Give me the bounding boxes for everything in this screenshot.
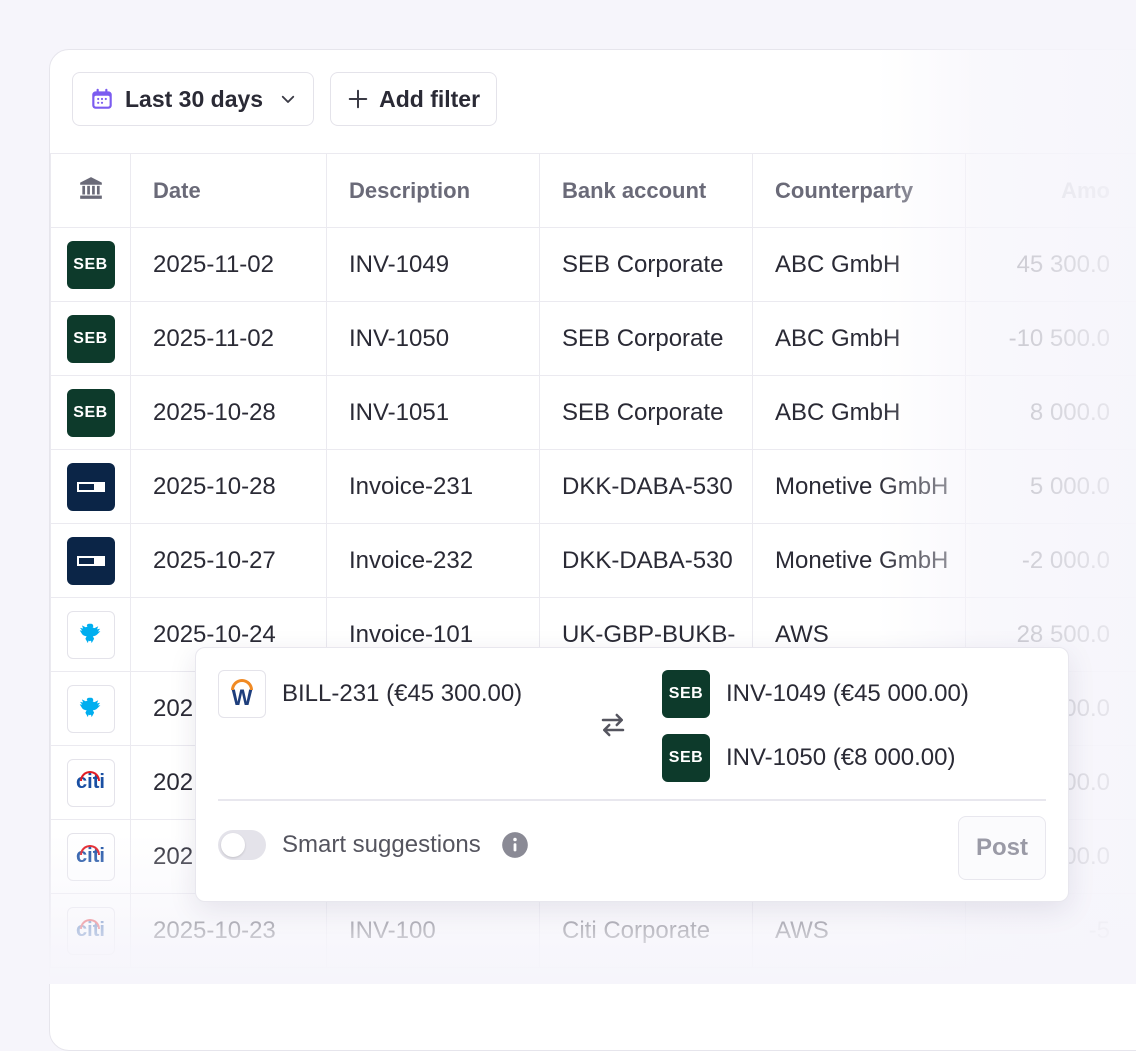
citi-logo: citi bbox=[67, 907, 115, 955]
matched-invoice-item[interactable]: SEB INV-1050 (€8 000.00) bbox=[662, 734, 969, 782]
description-cell: Invoice-232 bbox=[327, 524, 540, 598]
amount-cell: 5 000.0 bbox=[966, 450, 1136, 524]
table-header-row: Date Description Bank account Counterpar… bbox=[51, 154, 1136, 228]
date-column-header[interactable]: Date bbox=[131, 154, 327, 228]
bank-cell bbox=[51, 450, 131, 524]
eagle-icon bbox=[76, 694, 106, 724]
description-cell: INV-100 bbox=[327, 894, 540, 968]
counterparty-cell: Monetive GmbH bbox=[753, 524, 966, 598]
bank-account-cell: SEB Corporate bbox=[540, 376, 753, 450]
barclays-logo bbox=[67, 611, 115, 659]
amount-cell: 45 300.0 bbox=[966, 228, 1136, 302]
barclays-logo bbox=[67, 685, 115, 733]
description-cell: Invoice-231 bbox=[327, 450, 540, 524]
matched-invoices-list: SEB INV-1049 (€45 000.00) SEB INV-1050 (… bbox=[662, 670, 969, 782]
seb-logo: SEB bbox=[67, 389, 115, 437]
bank-account-cell: DKK-DABA-530 bbox=[540, 524, 753, 598]
bank-cell: citi bbox=[51, 820, 131, 894]
table-row[interactable]: SEB 2025-11-02 INV-1049 SEB Corporate AB… bbox=[51, 228, 1136, 302]
table-row[interactable]: 2025-10-27 Invoice-232 DKK-DABA-530 Mone… bbox=[51, 524, 1136, 598]
bank-cell: citi bbox=[51, 746, 131, 820]
citi-logo: citi bbox=[67, 833, 115, 881]
bank-cell bbox=[51, 672, 131, 746]
calendar-icon bbox=[89, 86, 115, 112]
bill-label: BILL-231 (€45 300.00) bbox=[282, 680, 522, 708]
match-popup: W BILL-231 (€45 300.00) SEB INV-1049 (€4… bbox=[195, 647, 1069, 902]
add-filter-label: Add filter bbox=[379, 86, 480, 113]
matched-invoice-label: INV-1049 (€45 000.00) bbox=[726, 680, 969, 708]
counterparty-cell: ABC GmbH bbox=[753, 302, 966, 376]
citi-logo: citi bbox=[67, 759, 115, 807]
description-cell: INV-1049 bbox=[327, 228, 540, 302]
plus-icon bbox=[347, 88, 369, 110]
table-row[interactable]: SEB 2025-11-02 INV-1050 SEB Corporate AB… bbox=[51, 302, 1136, 376]
counterparty-cell: ABC GmbH bbox=[753, 376, 966, 450]
table-row[interactable]: 2025-10-28 Invoice-231 DKK-DABA-530 Mone… bbox=[51, 450, 1136, 524]
popup-divider bbox=[218, 799, 1046, 801]
seb-logo: SEB bbox=[662, 670, 710, 718]
counterparty-column-header[interactable]: Counterparty bbox=[753, 154, 966, 228]
amount-column-header[interactable]: Amo bbox=[966, 154, 1136, 228]
amount-cell: -5 bbox=[966, 894, 1136, 968]
date-range-dropdown[interactable]: Last 30 days bbox=[72, 72, 314, 126]
chevron-down-icon bbox=[279, 90, 297, 108]
bank-cell: SEB bbox=[51, 228, 131, 302]
bill-item[interactable]: W BILL-231 (€45 300.00) bbox=[218, 670, 522, 718]
matched-invoice-label: INV-1050 (€8 000.00) bbox=[726, 744, 956, 772]
bank-cell bbox=[51, 524, 131, 598]
seb-logo: SEB bbox=[67, 315, 115, 363]
seb-logo: SEB bbox=[67, 241, 115, 289]
bank-cell bbox=[51, 598, 131, 672]
amount-cell: -2 000.0 bbox=[966, 524, 1136, 598]
date-cell: 2025-10-27 bbox=[131, 524, 327, 598]
description-cell: INV-1051 bbox=[327, 376, 540, 450]
date-cell: 2025-11-02 bbox=[131, 228, 327, 302]
info-icon[interactable] bbox=[501, 831, 529, 859]
bank-account-cell: DKK-DABA-530 bbox=[540, 450, 753, 524]
matched-invoice-item[interactable]: SEB INV-1049 (€45 000.00) bbox=[662, 670, 969, 718]
bank-cell: SEB bbox=[51, 302, 131, 376]
amount-cell: -10 500.0 bbox=[966, 302, 1136, 376]
counterparty-cell: ABC GmbH bbox=[753, 228, 966, 302]
add-filter-button[interactable]: Add filter bbox=[330, 72, 497, 126]
post-button[interactable]: Post bbox=[958, 816, 1046, 880]
amount-cell: 8 000.0 bbox=[966, 376, 1136, 450]
bank-cell: SEB bbox=[51, 376, 131, 450]
toolbar: Last 30 days Add filter bbox=[72, 72, 497, 126]
bank-icon bbox=[78, 175, 104, 201]
bank-cell: citi bbox=[51, 894, 131, 968]
counterparty-cell: AWS bbox=[753, 894, 966, 968]
seb-logo: SEB bbox=[662, 734, 710, 782]
bank-column-header[interactable] bbox=[51, 154, 131, 228]
smart-suggestions-label: Smart suggestions bbox=[282, 831, 481, 859]
bank-account-cell: Citi Corporate bbox=[540, 894, 753, 968]
counterparty-cell: Monetive GmbH bbox=[753, 450, 966, 524]
bank-account-cell: SEB Corporate bbox=[540, 302, 753, 376]
date-range-label: Last 30 days bbox=[125, 86, 263, 113]
danske-bank-logo bbox=[67, 463, 115, 511]
table-row[interactable]: citi 2025-10-23 INV-100 Citi Corporate A… bbox=[51, 894, 1136, 968]
date-cell: 2025-10-23 bbox=[131, 894, 327, 968]
smart-suggestions-toggle[interactable] bbox=[218, 830, 266, 860]
eagle-icon bbox=[76, 620, 106, 650]
popup-footer: Smart suggestions bbox=[218, 830, 529, 860]
date-cell: 2025-11-02 bbox=[131, 302, 327, 376]
bank-account-cell: SEB Corporate bbox=[540, 228, 753, 302]
description-cell: INV-1050 bbox=[327, 302, 540, 376]
swap-arrows-icon bbox=[598, 710, 628, 740]
bank-account-column-header[interactable]: Bank account bbox=[540, 154, 753, 228]
description-column-header[interactable]: Description bbox=[327, 154, 540, 228]
workday-logo: W bbox=[218, 670, 266, 718]
danske-bank-logo bbox=[67, 537, 115, 585]
date-cell: 2025-10-28 bbox=[131, 376, 327, 450]
date-cell: 2025-10-28 bbox=[131, 450, 327, 524]
table-row[interactable]: SEB 2025-10-28 INV-1051 SEB Corporate AB… bbox=[51, 376, 1136, 450]
